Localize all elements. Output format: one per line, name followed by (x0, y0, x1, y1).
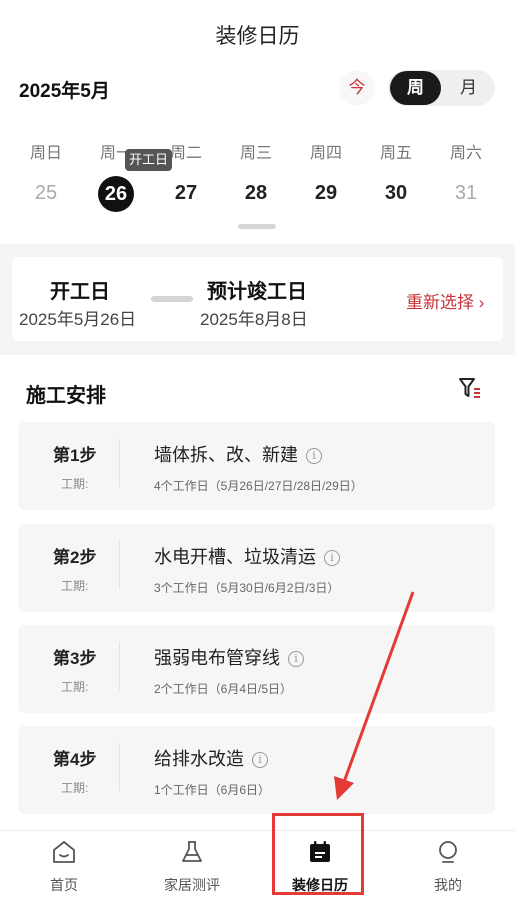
tab-mine[interactable]: 我的 (384, 831, 512, 900)
divider (119, 541, 120, 589)
weekday-label: 周日 (29, 145, 62, 162)
step-number: 第3步 (53, 649, 97, 668)
today-button[interactable]: 今 (339, 71, 375, 105)
info-icon[interactable]: i (252, 752, 268, 768)
weekday-label: 周六 (449, 145, 482, 162)
divider (119, 439, 120, 487)
start-day-badge: 开工日 (125, 149, 172, 171)
end-label: 预计竣工日 (207, 281, 307, 303)
date-row: 25 26 27 28 29 30 31 (0, 176, 515, 212)
step-card[interactable]: 第4步 工期: 给排水改造 i 1个工作日（6月6日） (18, 726, 495, 814)
divider (119, 642, 120, 690)
period-label: 工期: (61, 781, 89, 795)
step-days: 1个工作日（6月6日） (154, 783, 271, 797)
step-number: 第2步 (53, 548, 97, 567)
step-name-text: 墙体拆、改、新建 (154, 445, 298, 465)
step-name-text: 水电开槽、垃圾清运 (154, 547, 316, 567)
filter-icon[interactable] (457, 375, 483, 401)
tab-label: 首页 (50, 877, 78, 893)
profile-icon (439, 841, 457, 863)
page-title: 装修日历 (215, 25, 300, 48)
start-label: 开工日 (50, 281, 110, 303)
period-label: 工期: (61, 680, 89, 694)
view-toggle: 周 月 (388, 70, 495, 106)
step-name: 水电开槽、垃圾清运 i (154, 543, 340, 569)
start-date: 2025年5月26日 (19, 310, 137, 329)
info-icon[interactable]: i (306, 448, 322, 464)
tab-home-review[interactable]: 家居测评 (128, 831, 256, 900)
tab-home[interactable]: 首页 (0, 831, 128, 900)
step-days: 4个工作日（5月26日/27日/28日/29日） (154, 479, 363, 493)
period-label: 工期: (61, 477, 89, 491)
period-label: 工期: (61, 579, 89, 593)
tab-label: 家居测评 (164, 877, 220, 893)
week-view-button[interactable]: 周 (390, 71, 441, 105)
date-cell[interactable]: 29 (301, 176, 351, 210)
expand-handle[interactable] (238, 224, 276, 229)
date-cell[interactable]: 30 (371, 176, 421, 210)
step-days: 3个工作日（5月30日/6月2日/3日） (154, 581, 340, 595)
step-name: 强弱电布管穿线 i (154, 644, 304, 670)
step-card[interactable]: 第3步 工期: 强弱电布管穿线 i 2个工作日（6月4日/5日） (18, 625, 495, 713)
month-label: 2025年5月 (19, 81, 110, 102)
bottom-tab-bar: 首页 家居测评 装修日历 我的 (0, 830, 515, 900)
date-cell[interactable]: 31 (441, 176, 491, 210)
step-name-text: 强弱电布管穿线 (154, 648, 280, 668)
step-card[interactable]: 第1步 工期: 墙体拆、改、新建 i 4个工作日（5月26日/27日/28日/29… (18, 422, 495, 510)
date-cell[interactable]: 27 (161, 176, 211, 210)
weekday-label: 周五 (379, 145, 412, 162)
info-icon[interactable]: i (324, 550, 340, 566)
tab-label: 我的 (434, 877, 462, 893)
weekday-label: 周四 (309, 145, 342, 162)
date-cell[interactable]: 25 (21, 176, 71, 210)
month-view-button[interactable]: 月 (444, 71, 493, 105)
info-icon[interactable]: i (288, 651, 304, 667)
date-cell[interactable]: 28 (231, 176, 281, 210)
home-icon (53, 841, 75, 863)
divider (119, 743, 120, 791)
step-card[interactable]: 第2步 工期: 水电开槽、垃圾清运 i 3个工作日（5月30日/6月2日/3日） (18, 524, 495, 612)
construction-section: 施工安排 第1步 工期: 墙体拆、改、新建 i 4个工作日（5月26日/27日/2… (0, 355, 515, 830)
step-number: 第1步 (53, 446, 97, 465)
step-name-text: 给排水改造 (154, 749, 244, 769)
calendar-header: 装修日历 2025年5月 今 周 月 周日 周一 周二 周三 周四 周五 周六 … (0, 0, 515, 244)
end-date: 2025年8月8日 (200, 310, 308, 329)
date-separator (151, 296, 193, 302)
weekday-label: 周三 (239, 145, 272, 162)
step-days: 2个工作日（6月4日/5日） (154, 682, 293, 696)
highlight-box (272, 813, 364, 895)
weekday-row: 周日 周一 周二 周三 周四 周五 周六 (0, 139, 515, 162)
flask-icon (182, 841, 202, 862)
section-title: 施工安排 (26, 385, 106, 407)
date-cell-selected[interactable]: 26 (98, 176, 134, 212)
schedule-card: 开工日 2025年5月26日 预计竣工日 2025年8月8日 重新选择 › (12, 257, 503, 341)
step-number: 第4步 (53, 750, 97, 769)
step-name: 给排水改造 i (154, 745, 268, 771)
reselect-link[interactable]: 重新选择 › (406, 288, 484, 313)
step-name: 墙体拆、改、新建 i (154, 441, 322, 467)
